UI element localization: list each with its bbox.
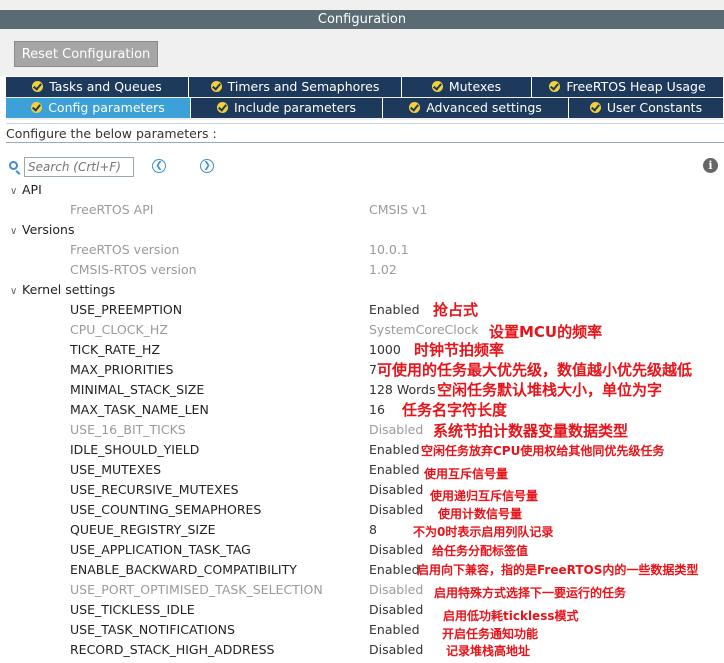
check-icon [409,102,421,113]
param-name[interactable]: USE_COUNTING_SEMAPHORES [70,500,261,520]
param-value[interactable]: 8 [369,520,377,540]
param-value: 1.02 [369,262,397,277]
search-input[interactable] [24,157,134,177]
param-value[interactable]: Disabled [369,500,423,520]
param-value[interactable]: 128 Words [369,380,435,400]
param-name[interactable]: MINIMAL_STACK_SIZE [70,380,204,400]
param-value: 10.0.1 [369,242,409,257]
chevron-down-icon: ∨ [10,226,18,237]
check-icon [31,102,43,113]
check-icon [217,102,228,113]
param-name[interactable]: QUEUE_REGISTRY_SIZE [70,520,216,540]
annotation: 启用向下兼容，指的是FreeRTOS内的一些数据类型 [417,563,699,577]
param-name[interactable]: USE_APPLICATION_TASK_TAG [70,540,251,560]
param-value[interactable]: Enabled [369,440,420,460]
next-result-icon[interactable]: ❯ [200,159,214,173]
param-value[interactable]: Enabled [369,560,420,580]
search-bar: ❮ ❯ i [0,155,724,179]
param-value[interactable]: 1000 [369,340,401,360]
param-name[interactable]: USE_16_BIT_TICKS [70,420,186,440]
window-top-strip [0,0,724,10]
param-value: Disabled [369,422,424,437]
tab-mutexes[interactable]: Mutexes [402,77,532,97]
param-value: SystemCoreClock [369,322,479,337]
tab-tasks-and-queues[interactable]: Tasks and Queues [6,77,189,97]
group-kernel-settings[interactable]: ∨ Kernel settings [10,280,115,300]
search-icon [9,161,18,170]
param-name[interactable]: TICK_RATE_HZ [70,340,160,360]
param-name[interactable]: CMSIS-RTOS version [70,260,197,280]
param-value[interactable]: Enabled [369,460,420,480]
check-icon [431,81,443,92]
tab-bar: Tasks and Queues Timers and Semaphores M… [6,77,724,120]
annotation: 启用低功耗tickless模式 [443,609,579,623]
window-title: Configuration [0,10,724,29]
param-name[interactable]: FreeRTOS API [70,200,153,220]
param-name[interactable]: MAX_PRIORITIES [70,360,173,380]
annotation: 系统节拍计数器变量数据类型 [433,422,629,440]
param-name[interactable]: ENABLE_BACKWARD_COMPATIBILITY [70,560,297,580]
param-value[interactable]: Disabled [369,480,423,500]
param-value: CMSIS v1 [369,202,428,217]
chevron-down-icon: ∨ [10,186,18,197]
annotation: 抢占式 [433,301,479,319]
tab-freertos-heap-usage[interactable]: FreeRTOS Heap Usage [532,77,724,97]
check-icon [549,81,561,92]
param-name[interactable]: USE_PREEMPTION [70,300,182,320]
annotation: 可使用的任务最大优先级，数值越小优先级越低 [377,361,693,379]
tab-include-parameters[interactable]: Include parameters [191,98,383,118]
annotation: 空闲任务放弃CPU使用权给其他同优先级任务 [421,444,665,458]
param-value[interactable]: Enabled [369,300,420,320]
param-value[interactable]: 16 [369,400,385,420]
param-name[interactable]: IDLE_SHOULD_YIELD [70,440,199,460]
annotation: 任务名字符长度 [402,401,508,419]
param-value[interactable]: Disabled [369,640,423,660]
param-name[interactable]: USE_TICKLESS_IDLE [70,600,195,620]
param-name[interactable]: USE_PORT_OPTIMISED_TASK_SELECTION [70,580,323,600]
annotation: 时钟节拍频率 [414,341,505,359]
param-name[interactable]: USE_MUTEXES [70,460,161,480]
chevron-down-icon: ∨ [10,286,18,297]
annotation: 使用递归互斥信号量 [430,489,539,503]
reset-configuration-button[interactable]: Reset Configuration [14,41,158,67]
configure-instructions: Configure the below parameters : [6,123,724,143]
check-icon [210,81,222,92]
group-versions[interactable]: ∨ Versions [10,220,74,240]
tab-advanced-settings[interactable]: Advanced settings [383,98,569,118]
info-icon[interactable]: i [703,158,718,173]
param-value[interactable]: Disabled [369,540,423,560]
param-value[interactable]: Disabled [369,600,423,620]
annotation: 设置MCU的频率 [489,323,603,341]
param-value[interactable]: 7 [369,360,377,380]
annotation: 记录堆栈高地址 [446,644,531,658]
check-icon [589,102,601,113]
param-name[interactable]: USE_TASK_NOTIFICATIONS [70,620,235,640]
tab-timers-and-semaphores[interactable]: Timers and Semaphores [189,77,402,97]
param-value[interactable]: Enabled [369,620,420,640]
annotation: 启用特殊方式选择下一要运行的任务 [434,586,627,600]
param-name[interactable]: CPU_CLOCK_HZ [70,320,168,340]
annotation: 不为0时表示启用列队记录 [413,525,554,539]
tab-user-constants[interactable]: User Constants [569,98,724,118]
previous-result-icon[interactable]: ❮ [152,159,166,173]
tab-config-parameters[interactable]: Config parameters [6,98,191,118]
param-name[interactable]: USE_RECURSIVE_MUTEXES [70,480,239,500]
annotation: 使用互斥信号量 [424,467,509,481]
annotation: 使用计数信号量 [438,507,523,521]
param-name[interactable]: RECORD_STACK_HIGH_ADDRESS [70,640,275,660]
param-value: Disabled [369,582,424,597]
group-api[interactable]: ∨ API [10,180,42,200]
check-icon [32,81,44,92]
annotation: 空闲任务默认堆栈大小，单位为字 [437,381,663,399]
param-name[interactable]: FreeRTOS version [70,240,179,260]
param-name[interactable]: MAX_TASK_NAME_LEN [70,400,209,420]
annotation: 给任务分配标签值 [432,544,529,558]
